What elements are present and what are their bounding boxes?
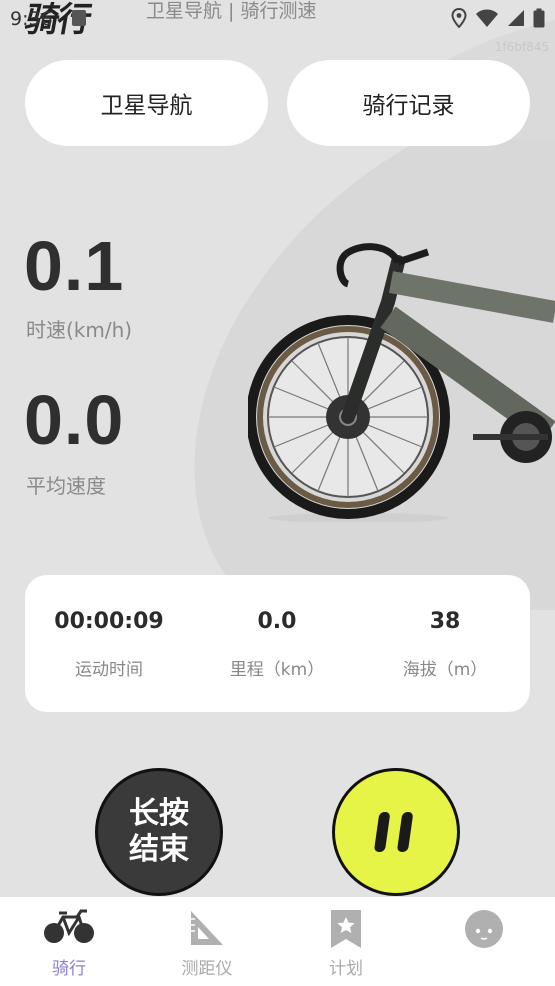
avatar-icon xyxy=(465,910,503,948)
stat-duration-label: 运动时间 xyxy=(75,660,143,680)
stat-distance-label: 里程（km） xyxy=(229,660,325,680)
tab-plan-label: 计划 xyxy=(329,959,363,979)
build-id: 1f6bf845 xyxy=(494,40,549,54)
stat-altitude-value: 38 xyxy=(429,609,461,634)
battery-icon xyxy=(533,8,545,28)
bicycle-image xyxy=(248,243,555,522)
stat-altitude: 38 海拔（m） xyxy=(361,575,529,712)
bottom-tab-bar: 骑行 测距仪 计划 xyxy=(0,897,555,986)
signal-icon xyxy=(508,10,524,26)
average-speed-label: 平均速度 xyxy=(26,474,106,498)
ride-record-button[interactable]: 骑行记录 xyxy=(287,60,530,146)
stat-duration: 00:00:09 运动时间 xyxy=(25,575,193,712)
long-press-end-button[interactable]: 长按 结束 xyxy=(95,768,223,896)
current-speed-label: 时速(km/h) xyxy=(26,318,133,342)
status-bar: 9:36 xyxy=(0,0,555,34)
pause-button[interactable] xyxy=(332,768,460,896)
tab-rangefinder[interactable]: 测距仪 xyxy=(138,897,276,986)
tab-plan[interactable]: 计划 xyxy=(277,897,415,986)
end-button-line1: 长按 xyxy=(129,796,189,831)
stat-distance: 0.0 里程（km） xyxy=(193,575,361,712)
tab-ride-label: 骑行 xyxy=(52,959,86,979)
pause-icon xyxy=(374,812,413,852)
average-speed-value: 0.0 xyxy=(24,381,125,459)
tab-rangefinder-label: 测距仪 xyxy=(181,959,233,979)
stat-distance-value: 0.0 xyxy=(257,609,297,634)
stats-card: 00:00:09 运动时间 0.0 里程（km） 38 海拔（m） xyxy=(25,575,530,712)
satellite-navigation-button[interactable]: 卫星导航 xyxy=(25,60,268,146)
status-icons xyxy=(451,8,545,28)
ruler-icon xyxy=(191,911,223,945)
tab-ride[interactable]: 骑行 xyxy=(0,897,138,986)
bicycle-icon xyxy=(44,909,94,943)
sim-icon xyxy=(72,10,86,26)
stat-altitude-label: 海拔（m） xyxy=(402,660,488,680)
end-button-line2: 结束 xyxy=(129,832,189,867)
tab-profile[interactable] xyxy=(415,897,553,986)
status-time: 9:36 xyxy=(10,8,53,30)
bookmark-star-icon xyxy=(331,910,361,948)
stat-duration-value: 00:00:09 xyxy=(54,609,164,634)
current-speed-value: 0.1 xyxy=(24,227,125,305)
location-icon xyxy=(451,8,467,28)
wifi-icon xyxy=(476,9,498,27)
